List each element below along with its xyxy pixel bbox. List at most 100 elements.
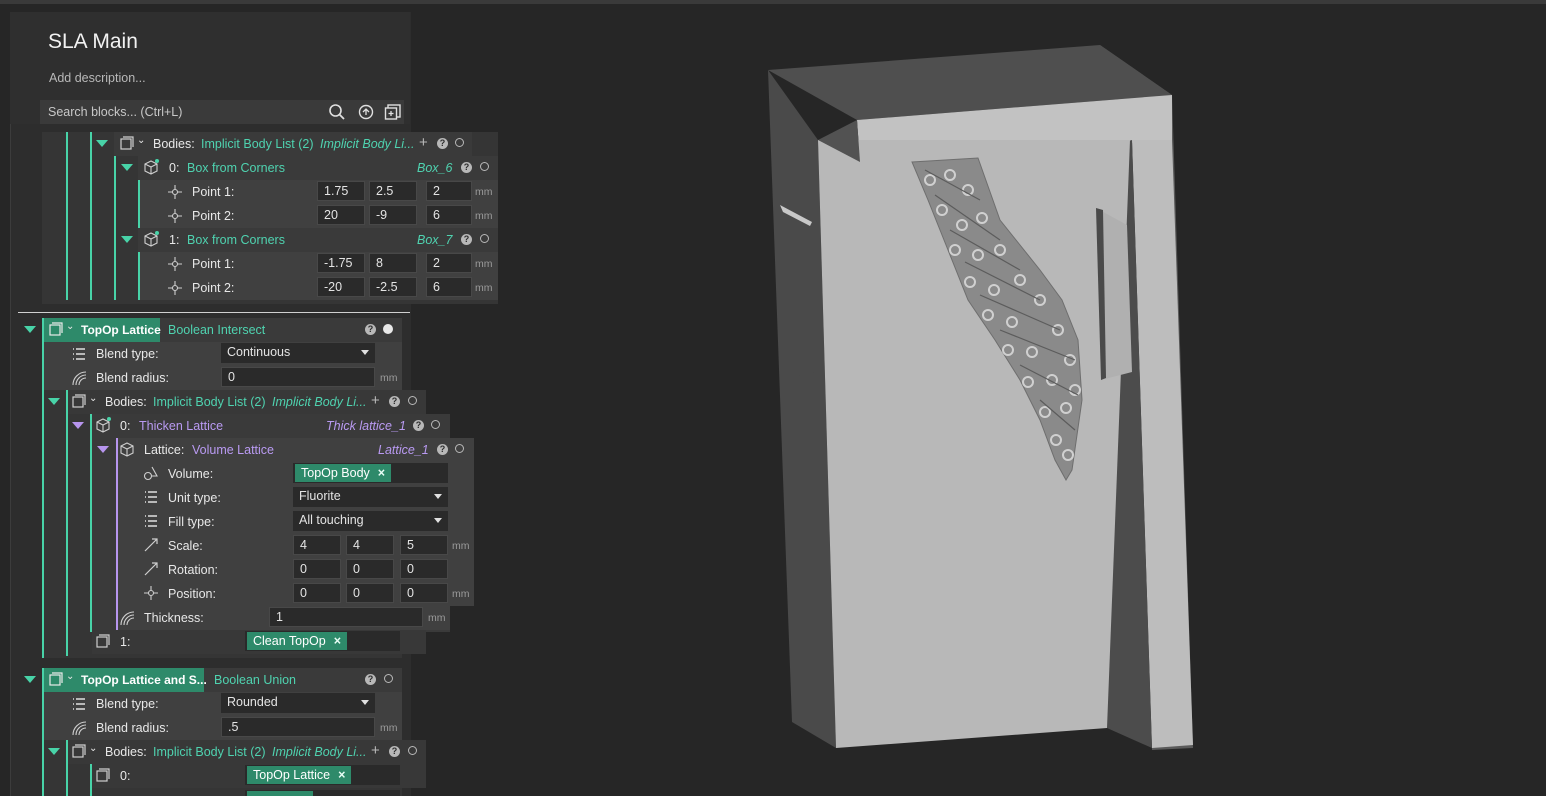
box-name: Box_7 — [417, 233, 453, 247]
scale-x[interactable]: 4 — [293, 535, 341, 555]
collapse-toggle[interactable] — [121, 164, 133, 171]
lattice-label: Lattice: — [144, 443, 185, 457]
position-z[interactable]: 0 — [400, 583, 448, 603]
status-dot[interactable] — [431, 420, 440, 429]
remove-icon[interactable]: × — [334, 634, 341, 648]
remove-icon[interactable]: × — [338, 768, 345, 782]
unit-label: mm — [452, 588, 470, 600]
help-icon[interactable]: ? — [389, 746, 400, 757]
chevron-down-icon[interactable]: ⌄ — [66, 671, 74, 682]
status-dot[interactable] — [384, 674, 393, 683]
point2-x[interactable]: -20 — [317, 277, 365, 297]
list-icon — [145, 491, 157, 503]
collapse-toggle[interactable] — [48, 398, 60, 405]
body0-name: Thick lattice_1 — [326, 419, 406, 433]
drop-indicator — [18, 312, 410, 313]
body0-chip[interactable]: TopOp Lattice × — [247, 766, 352, 784]
point-icon — [168, 185, 182, 199]
collapse-toggle[interactable] — [121, 236, 133, 243]
help-icon[interactable]: ? — [461, 162, 472, 173]
rotation-z[interactable]: 0 — [400, 559, 448, 579]
help-icon[interactable]: ? — [437, 444, 448, 455]
help-icon[interactable]: ? — [365, 324, 376, 335]
point2-x[interactable]: 20 — [317, 205, 365, 225]
help-icon[interactable]: ? — [461, 234, 472, 245]
position-x[interactable]: 0 — [293, 583, 341, 603]
bodies-type: Implicit Body List (2) — [201, 137, 314, 151]
add-block-icon[interactable] — [384, 103, 402, 121]
chevron-down-icon[interactable]: ⌄ — [89, 743, 97, 754]
dropdown-arrow-icon — [434, 494, 442, 499]
bodies-label: Bodies: — [105, 745, 147, 759]
point2-label: Point 2: — [192, 209, 235, 223]
chevron-down-icon[interactable]: ⌄ — [137, 135, 145, 146]
point2-y[interactable]: -2.5 — [369, 277, 417, 297]
collapse-toggle[interactable] — [97, 446, 109, 453]
dropdown-arrow-icon — [361, 350, 369, 355]
collapse-toggle[interactable] — [24, 326, 36, 333]
fill-type-select[interactable]: All touching — [293, 511, 448, 531]
chevron-down-icon[interactable]: ⌄ — [89, 393, 97, 404]
point1-x[interactable]: 1.75 — [317, 181, 365, 201]
point2-y[interactable]: -9 — [369, 205, 417, 225]
unit-type-select[interactable]: Fluorite — [293, 487, 448, 507]
thickness-input[interactable]: 1 — [269, 607, 423, 627]
status-dot[interactable] — [383, 324, 393, 334]
collapse-toggle[interactable] — [24, 676, 36, 683]
status-dot[interactable] — [480, 234, 489, 243]
add-icon[interactable]: + — [371, 742, 380, 759]
block-type: Boolean Union — [214, 673, 297, 687]
add-icon[interactable]: + — [419, 134, 428, 151]
point1-x[interactable]: -1.75 — [317, 253, 365, 273]
tree-guide-line — [90, 132, 92, 300]
status-dot[interactable] — [455, 138, 464, 147]
body1-chip[interactable]: Clean TopOp × — [247, 632, 348, 650]
status-dot[interactable] — [455, 444, 464, 453]
status-dot[interactable] — [408, 396, 417, 405]
add-icon[interactable]: + — [371, 392, 380, 409]
status-dot[interactable] — [408, 746, 417, 755]
remove-icon[interactable]: × — [378, 466, 385, 480]
collapse-toggle[interactable] — [72, 422, 84, 429]
help-icon[interactable]: ? — [365, 674, 376, 685]
search-input[interactable]: Search blocks... (Ctrl+L) — [48, 105, 182, 119]
blend-type-label: Blend type: — [96, 697, 159, 711]
viewport-3d[interactable] — [500, 0, 1546, 796]
point1-y[interactable]: 2.5 — [369, 181, 417, 201]
blend-type-select[interactable]: Rounded — [221, 693, 375, 713]
scale-z[interactable]: 5 — [400, 535, 448, 555]
scale-y[interactable]: 4 — [346, 535, 394, 555]
blend-type-value: Rounded — [227, 695, 278, 709]
rotation-x[interactable]: 0 — [293, 559, 341, 579]
point2-z[interactable]: 6 — [426, 277, 472, 297]
help-icon[interactable]: ? — [389, 396, 400, 407]
block-name[interactable]: TopOp Lattice and S... — [81, 673, 207, 687]
point1-z[interactable]: 2 — [426, 253, 472, 273]
lattice-type: Volume Lattice — [192, 443, 274, 457]
blend-radius-input[interactable]: .5 — [221, 717, 375, 737]
radius-icon — [72, 721, 87, 736]
search-icon[interactable] — [328, 103, 346, 121]
rotation-y[interactable]: 0 — [346, 559, 394, 579]
position-y[interactable]: 0 — [346, 583, 394, 603]
block-name[interactable]: TopOp Lattice — [81, 323, 161, 337]
box-type: Box from Corners — [187, 233, 285, 247]
blend-type-select[interactable]: Continuous — [221, 343, 375, 363]
help-icon[interactable]: ? — [437, 138, 448, 149]
search-bar[interactable]: Search blocks... (Ctrl+L) — [40, 100, 404, 124]
description-field[interactable]: Add description... — [49, 71, 146, 85]
blend-radius-input[interactable]: 0 — [221, 367, 375, 387]
collapse-toggle[interactable] — [96, 140, 108, 147]
volume-chip[interactable]: TopOp Body × — [295, 464, 392, 482]
list-block-icon — [72, 394, 86, 408]
unit-type-label: Unit type: — [168, 491, 221, 505]
unit-type-value: Fluorite — [299, 489, 341, 503]
help-icon[interactable]: ? — [413, 420, 424, 431]
status-dot[interactable] — [480, 162, 489, 171]
collapse-toggle[interactable] — [48, 748, 60, 755]
chevron-down-icon[interactable]: ⌄ — [66, 321, 74, 332]
point1-y[interactable]: 8 — [369, 253, 417, 273]
refresh-icon[interactable] — [357, 103, 375, 121]
point2-z[interactable]: 6 — [426, 205, 472, 225]
point1-z[interactable]: 2 — [426, 181, 472, 201]
